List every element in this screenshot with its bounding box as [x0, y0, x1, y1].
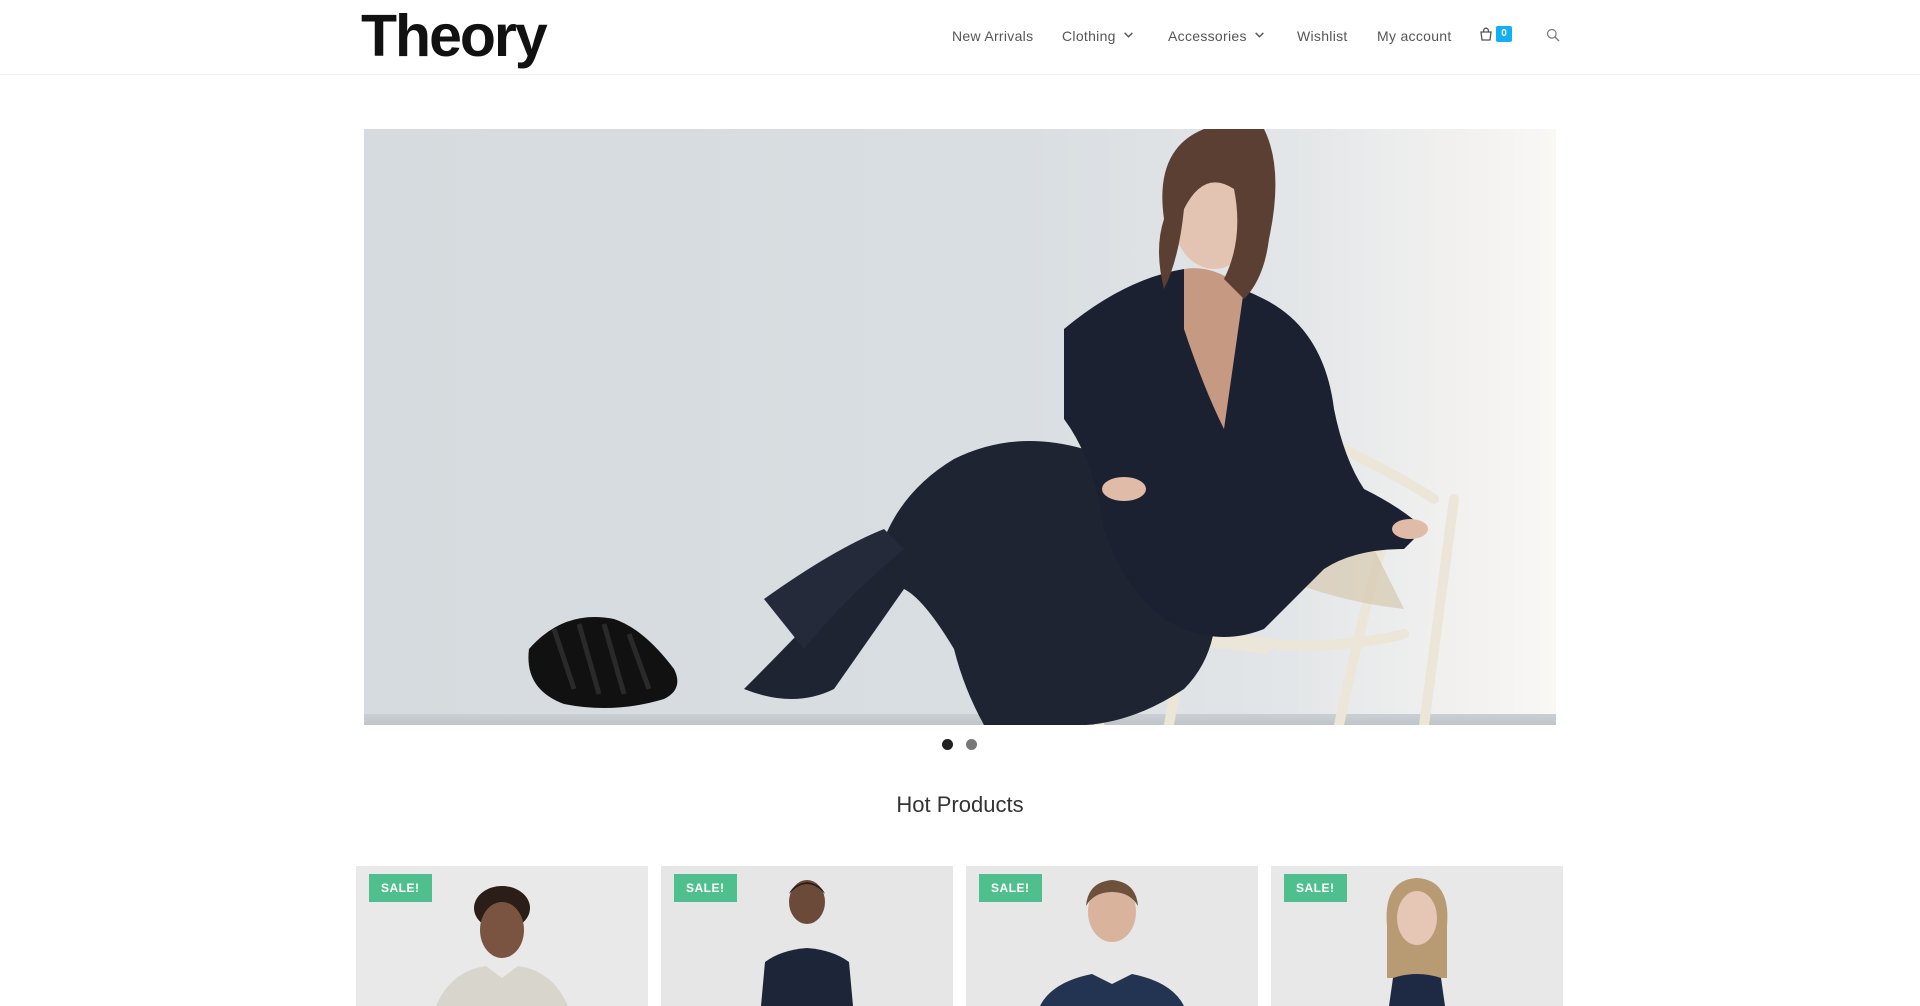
nav-item-new-arrivals[interactable]: New Arrivals — [952, 28, 1033, 44]
hero-image — [364, 129, 1556, 725]
slider-dots — [942, 739, 990, 750]
nav-item-label: Clothing — [1062, 28, 1116, 44]
hot-products-title: Hot Products — [896, 792, 1024, 817]
site-header: Theory New Arrivals Clothing Accessories… — [0, 0, 1920, 75]
sale-badge: SALE! — [674, 874, 737, 902]
nav-item-label: Wishlist — [1297, 28, 1348, 44]
search-button[interactable] — [1546, 28, 1560, 47]
nav-item-label: My account — [1377, 28, 1452, 44]
slider-dot-1[interactable] — [942, 739, 953, 750]
site-logo[interactable]: Theory — [361, 4, 548, 68]
cart-button[interactable]: 0 — [1479, 26, 1512, 42]
shopping-bag-icon — [1480, 27, 1492, 41]
product-card[interactable]: SALE! — [966, 866, 1258, 1006]
nav-item-clothing[interactable]: Clothing — [1062, 28, 1134, 44]
sale-badge: SALE! — [369, 874, 432, 902]
product-card[interactable]: SALE! — [1271, 866, 1563, 1006]
sale-badge: SALE! — [1284, 874, 1347, 902]
nav-item-label: New Arrivals — [952, 28, 1034, 44]
chevron-down-icon — [1123, 31, 1133, 38]
nav-item-accessories[interactable]: Accessories — [1168, 28, 1265, 44]
product-card[interactable]: SALE! — [356, 866, 648, 1006]
cart-count-badge: 0 — [1496, 26, 1512, 42]
search-icon — [1546, 28, 1560, 42]
nav-item-my-account[interactable]: My account — [1377, 28, 1452, 44]
nav-item-wishlist[interactable]: Wishlist — [1297, 28, 1348, 44]
nav-item-label: Accessories — [1168, 28, 1247, 44]
hero-slider[interactable] — [364, 129, 1556, 725]
sale-badge: SALE! — [979, 874, 1042, 902]
product-card[interactable]: SALE! — [661, 866, 953, 1006]
slider-dot-2[interactable] — [966, 739, 977, 750]
chevron-down-icon — [1254, 31, 1264, 38]
